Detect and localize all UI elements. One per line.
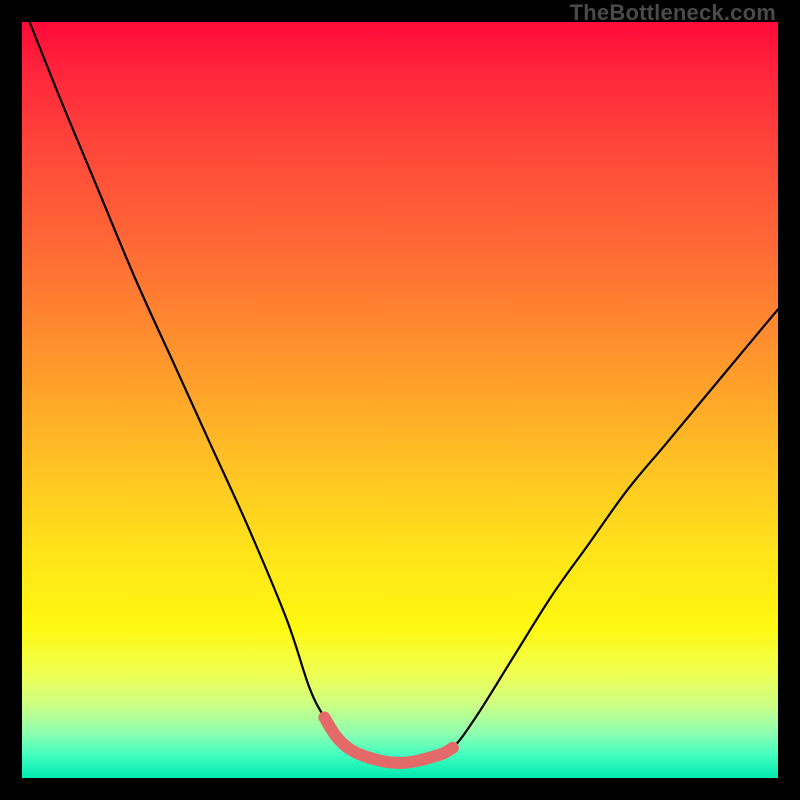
red-flat-segment bbox=[324, 718, 453, 763]
chart-frame: TheBottleneck.com bbox=[0, 0, 800, 800]
chart-svg bbox=[22, 22, 778, 778]
plot-area bbox=[22, 22, 778, 778]
black-curve bbox=[30, 22, 778, 763]
